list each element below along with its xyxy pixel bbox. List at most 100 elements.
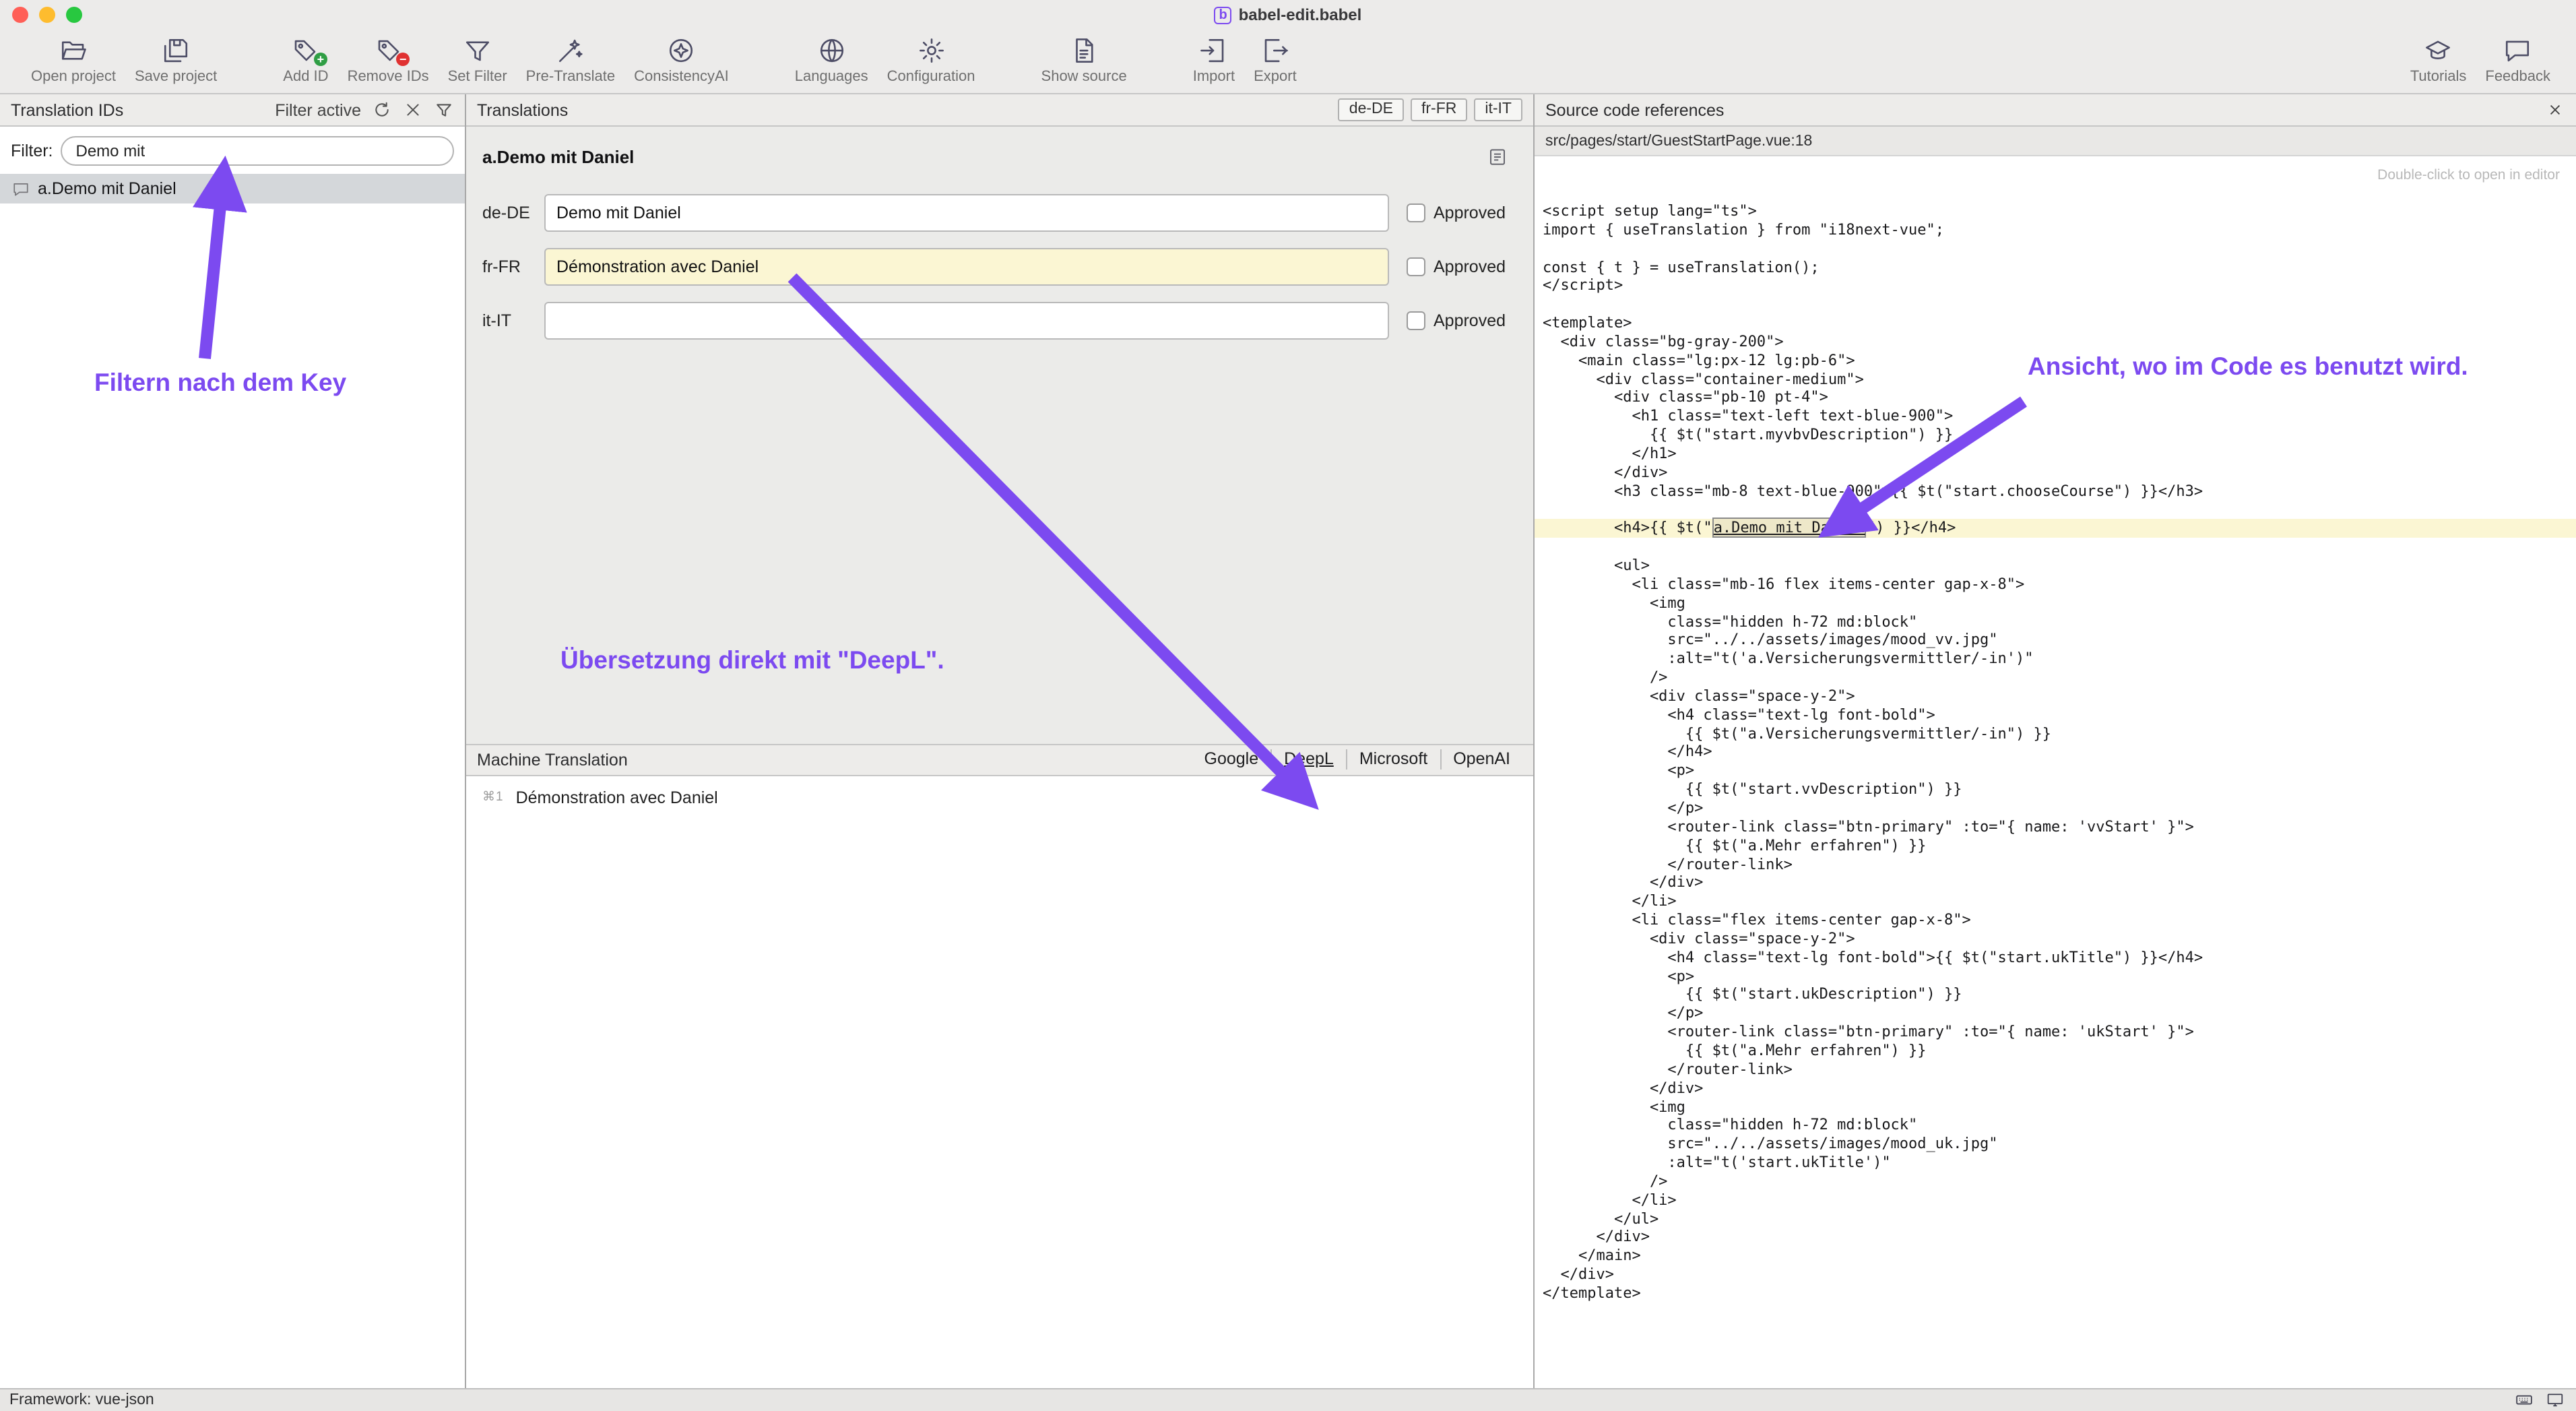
- source-file-path[interactable]: src/pages/start/GuestStartPage.vue:18: [1535, 127, 2576, 156]
- translations-header: Translations de-DE fr-FR it-IT: [466, 94, 1533, 127]
- translation-input-fr-fr[interactable]: [544, 248, 1389, 286]
- toolbar-label: Remove IDs: [348, 69, 429, 85]
- translation-ids-panel: Translation IDs Filter active Filter: a.…: [0, 94, 466, 1388]
- toolbar-tutorials-button[interactable]: Tutorials: [2410, 34, 2467, 85]
- translation-input-it-it[interactable]: [544, 302, 1389, 340]
- mt-engine-deepl-button[interactable]: DeepL: [1270, 749, 1346, 770]
- mt-engine-google-button[interactable]: Google: [1192, 749, 1271, 770]
- language-tab-fr-fr[interactable]: fr-FR: [1411, 98, 1467, 121]
- code-line: </script>: [1543, 277, 2576, 296]
- machine-translation-body: ⌘1 Démonstration avec Daniel: [466, 776, 1533, 1388]
- code-line: <div class="pb-10 pt-4">: [1543, 389, 2576, 408]
- close-window-button[interactable]: [12, 7, 28, 23]
- app-icon: b: [1215, 6, 1232, 24]
- code-line: </div>: [1543, 874, 2576, 893]
- toolbar-label: Export: [1254, 69, 1297, 85]
- mt-engine-microsoft-button[interactable]: Microsoft: [1346, 749, 1440, 770]
- code-line-highlighted: <h4>{{ $t("a.Demo mit Daniel") }}</h4>: [1535, 520, 2576, 538]
- language-label: fr-FR: [482, 257, 544, 276]
- toolbar-badge: −: [396, 53, 410, 66]
- code-line: <h3 class="mb-8 text-blue-900">{{ $t("st…: [1543, 482, 2576, 501]
- display-icon[interactable]: [2545, 1391, 2567, 1410]
- translation-id-item[interactable]: a.Demo mit Daniel: [0, 174, 465, 203]
- filter-button[interactable]: [432, 99, 454, 121]
- translation-id-label: a.Demo mit Daniel: [38, 179, 176, 198]
- code-line: </li>: [1543, 1191, 2576, 1210]
- annotation-source-note: Ansicht, wo im Code es benutzt wird.: [2028, 352, 2468, 381]
- filter-label: Filter:: [11, 142, 53, 160]
- close-panel-button[interactable]: [2544, 99, 2565, 121]
- code-line: <h4 class="text-lg font-bold">{{ $t("sta…: [1543, 949, 2576, 968]
- toolbar-pre-translate-button[interactable]: Pre-Translate: [526, 34, 615, 85]
- code-line: [1543, 295, 2576, 314]
- toolbar-feedback-button[interactable]: Feedback: [2485, 34, 2550, 85]
- toolbar-label: Languages: [795, 69, 868, 85]
- toolbar-open-project-button[interactable]: Open project: [31, 34, 116, 85]
- translations-title: Translations: [477, 100, 568, 119]
- code-line: {{ $t("start.vvDescription") }}: [1543, 780, 2576, 799]
- toolbar-languages-button[interactable]: Languages: [795, 34, 868, 85]
- translation-row-fr-fr: fr-FR Approved: [482, 248, 1514, 286]
- minimize-window-button[interactable]: [39, 7, 55, 23]
- toolbar-label: Add ID: [283, 69, 328, 85]
- mt-engine-buttons: GoogleDeepLMicrosoftOpenAI: [1192, 749, 1523, 770]
- code-line: </ul>: [1543, 1210, 2576, 1228]
- toolbar-consistencyai-button[interactable]: ConsistencyAI: [634, 34, 729, 85]
- feedback-icon: [2502, 34, 2534, 67]
- toolbar-export-button[interactable]: Export: [1254, 34, 1297, 85]
- toolbar-label: Feedback: [2485, 69, 2550, 85]
- export-icon: [1259, 34, 1291, 67]
- language-tab-de-de[interactable]: de-DE: [1339, 98, 1404, 121]
- code-line: <h1 class="text-left text-blue-900">: [1543, 408, 2576, 427]
- toolbar-save-project-button[interactable]: Save project: [135, 34, 217, 85]
- toolbar: Open project Save project + Add ID − Remove I…: [0, 30, 2576, 94]
- mt-result-row[interactable]: ⌘1 Démonstration avec Daniel: [482, 788, 1520, 807]
- toolbar-label: Tutorials: [2410, 69, 2467, 85]
- code-line: </div>: [1543, 1228, 2576, 1247]
- approved-checkbox[interactable]: [1407, 203, 1425, 222]
- translation-input-de-de[interactable]: [544, 194, 1389, 232]
- code-line: </li>: [1543, 892, 2576, 911]
- language-label: de-DE: [482, 203, 544, 222]
- entry-comment-button[interactable]: [1485, 144, 1509, 168]
- clear-filter-button[interactable]: [401, 99, 423, 121]
- toolbar-configuration-button[interactable]: Configuration: [887, 34, 975, 85]
- translation-ids-header: Translation IDs Filter active: [0, 94, 465, 127]
- toolbar-add-id-button[interactable]: + Add ID: [283, 34, 328, 85]
- code-line: <img: [1543, 1098, 2576, 1117]
- toolbar-badge: +: [314, 53, 327, 66]
- framework-label: Framework: vue-json: [9, 1392, 154, 1408]
- code-line: </router-link>: [1543, 855, 2576, 874]
- keyboard-icon[interactable]: [2514, 1391, 2536, 1410]
- code-line: [1543, 501, 2576, 520]
- code-line: </div>: [1543, 1079, 2576, 1098]
- translation-id-list: a.Demo mit Daniel: [0, 174, 465, 1388]
- window-title-text: babel-edit.babel: [1239, 5, 1362, 24]
- entry-title: a.Demo mit Daniel: [482, 146, 634, 166]
- toolbar-remove-ids-button[interactable]: − Remove IDs: [348, 34, 429, 85]
- toolbar-show-source-button[interactable]: Show source: [1041, 34, 1127, 85]
- code-line: <div class="space-y-2">: [1543, 687, 2576, 706]
- language-tab-it-it[interactable]: it-IT: [1474, 98, 1522, 121]
- highlighted-translation-key: a.Demo mit Daniel: [1712, 518, 1867, 538]
- refresh-filter-button[interactable]: [371, 99, 392, 121]
- filter-active-label: Filter active: [275, 100, 361, 119]
- zoom-window-button[interactable]: [66, 7, 82, 23]
- filter-input[interactable]: [61, 136, 455, 166]
- approved-checkbox[interactable]: [1407, 311, 1425, 330]
- approved-checkbox[interactable]: [1407, 257, 1425, 276]
- note-icon: [1487, 146, 1507, 166]
- toolbar-label: Pre-Translate: [526, 69, 615, 85]
- save-icon: [160, 34, 192, 67]
- code-line: </h4>: [1543, 743, 2576, 762]
- mt-engine-openai-button[interactable]: OpenAI: [1440, 749, 1522, 770]
- code-line: {{ $t("a.Mehr erfahren") }}: [1543, 836, 2576, 855]
- approved-label: Approved: [1434, 257, 1506, 276]
- toolbar-import-button[interactable]: Import: [1193, 34, 1235, 85]
- toolbar-set-filter-button[interactable]: Set Filter: [448, 34, 507, 85]
- toolbar-label: Open project: [31, 69, 116, 85]
- code-line: <li class="mb-16 flex items-center gap-x…: [1543, 575, 2576, 594]
- code-line: <p>: [1543, 967, 2576, 986]
- code-line: <ul>: [1543, 557, 2576, 575]
- language-label: it-IT: [482, 311, 544, 330]
